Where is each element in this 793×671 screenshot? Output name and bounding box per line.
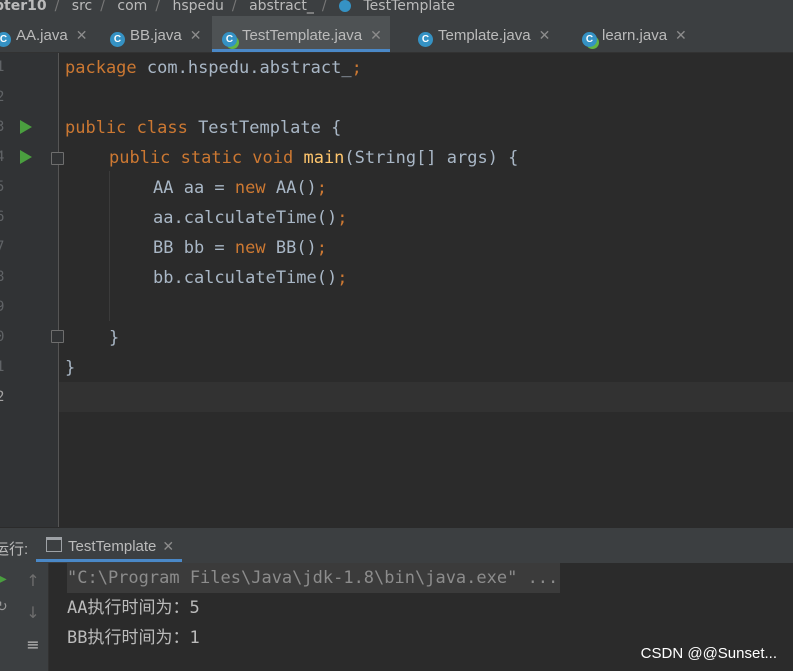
close-icon[interactable]: ✕ xyxy=(162,538,174,554)
java-class-icon xyxy=(339,0,352,12)
code-line-1: package com.hspedu.abstract_; xyxy=(65,58,362,78)
close-icon[interactable]: ✕ xyxy=(370,27,382,43)
code-line-4: public static void main(String[] args) { xyxy=(109,148,519,168)
code-line-7: BB bb = new BB(); xyxy=(153,238,328,258)
restart-icon[interactable]: ↻ xyxy=(0,599,8,615)
line-number: 2 xyxy=(0,89,5,105)
editor-gutter[interactable]: 1 2 3 4 5 6 7 8 9 0 1 2 xyxy=(0,53,64,527)
line-number: 8 xyxy=(0,269,5,285)
breadcrumb: pter10 / src / com / hspedu / abstract_ / Tes… xyxy=(0,0,793,16)
close-icon[interactable]: ✕ xyxy=(675,27,687,43)
run-arrow-icon[interactable] xyxy=(20,120,32,134)
breadcrumb-separator: / xyxy=(231,0,237,14)
tab-learn-java[interactable]: Clearn.java ✕ xyxy=(582,16,695,52)
tab-label: TestTemplate.java xyxy=(242,27,363,44)
code-line-5: AA aa = new AA(); xyxy=(153,178,328,198)
tab-template-java[interactable]: C Template.java ✕ xyxy=(418,16,558,52)
java-class-icon: C xyxy=(0,32,11,47)
line-number: 4 xyxy=(0,149,5,165)
breadcrumb-module[interactable]: pter10 xyxy=(0,0,47,13)
tab-aa-java[interactable]: C AA.java ✕ xyxy=(0,16,95,52)
console-icon xyxy=(46,537,62,552)
run-tab-label: TestTemplate xyxy=(68,538,157,555)
breadcrumb-src[interactable]: src xyxy=(72,0,92,13)
tab-label: Template.java xyxy=(438,27,531,44)
line-number: 9 xyxy=(0,299,5,315)
caret-row-highlight xyxy=(59,382,793,412)
rerun-icon[interactable]: ▶ xyxy=(0,571,7,587)
run-tab-testtemplate[interactable]: TestTemplate ✕ xyxy=(36,528,183,562)
breadcrumb-separator: / xyxy=(155,0,161,14)
watermark: CSDN @@Sunset... xyxy=(640,645,777,662)
breadcrumb-separator: / xyxy=(100,0,105,14)
line-number: 1 xyxy=(0,359,5,375)
line-number: 3 xyxy=(0,119,5,135)
code-line-10: } xyxy=(109,328,120,348)
code-line-6: aa.calculateTime(); xyxy=(153,208,348,228)
breadcrumb-separator: / xyxy=(321,0,327,14)
breadcrumb-abstract[interactable]: abstract_ xyxy=(249,0,314,13)
line-number: 2 xyxy=(0,389,5,405)
console-line: BB执行时间为：1 xyxy=(67,628,200,648)
breadcrumb-com[interactable]: com xyxy=(117,0,147,13)
scroll-up-icon[interactable]: ↑ xyxy=(24,571,42,590)
code-line-11: } xyxy=(65,358,76,378)
console-line-command: "C:\Program Files\Java\jdk-1.8\bin\java.… xyxy=(67,563,561,593)
close-icon[interactable]: ✕ xyxy=(539,27,551,43)
run-side-toolbar: ▶ ↻ xyxy=(0,563,18,671)
console-toolbar: ↑ ↓ ≡ xyxy=(18,563,49,671)
code-editor[interactable]: package com.hspedu.abstract_; public cla… xyxy=(59,53,793,527)
breadcrumb-separator: / xyxy=(54,0,60,14)
scroll-down-icon[interactable]: ↓ xyxy=(24,603,42,622)
breadcrumb-hspedu[interactable]: hspedu xyxy=(172,0,223,13)
java-class-icon: C xyxy=(222,32,237,47)
editor-tab-bar: C AA.java ✕ C BB.java ✕ C TestTemplate.java ✕ … xyxy=(0,16,793,53)
line-number: 5 xyxy=(0,179,5,195)
line-number: 1 xyxy=(0,59,5,75)
tab-label: AA.java xyxy=(16,27,68,44)
tab-testtemplate-java[interactable]: C TestTemplate.java ✕ xyxy=(212,16,390,52)
indent-guide xyxy=(109,171,110,321)
run-label: 运行: xyxy=(0,541,29,558)
code-line-8: bb.calculateTime(); xyxy=(153,268,348,288)
line-number: 7 xyxy=(0,239,5,255)
java-class-icon: C xyxy=(582,32,597,47)
close-icon[interactable]: ✕ xyxy=(190,27,202,43)
code-line-3: public class TestTemplate { xyxy=(65,118,342,138)
tab-label: BB.java xyxy=(130,27,182,44)
close-icon[interactable]: ✕ xyxy=(76,27,88,43)
console-line: AA执行时间为：5 xyxy=(67,598,200,618)
run-arrow-icon[interactable] xyxy=(20,150,32,164)
run-panel-header: 运行: TestTemplate ✕ xyxy=(0,527,793,563)
tab-bb-java[interactable]: C BB.java ✕ xyxy=(110,16,209,52)
line-number: 6 xyxy=(0,209,5,225)
soft-wrap-icon[interactable]: ≡ xyxy=(24,635,42,654)
java-class-icon: C xyxy=(418,32,433,47)
line-number: 0 xyxy=(0,329,5,345)
tab-label: learn.java xyxy=(602,27,668,44)
breadcrumb-testtemplate[interactable]: TestTemplate xyxy=(364,0,455,13)
java-class-icon: C xyxy=(110,32,125,47)
